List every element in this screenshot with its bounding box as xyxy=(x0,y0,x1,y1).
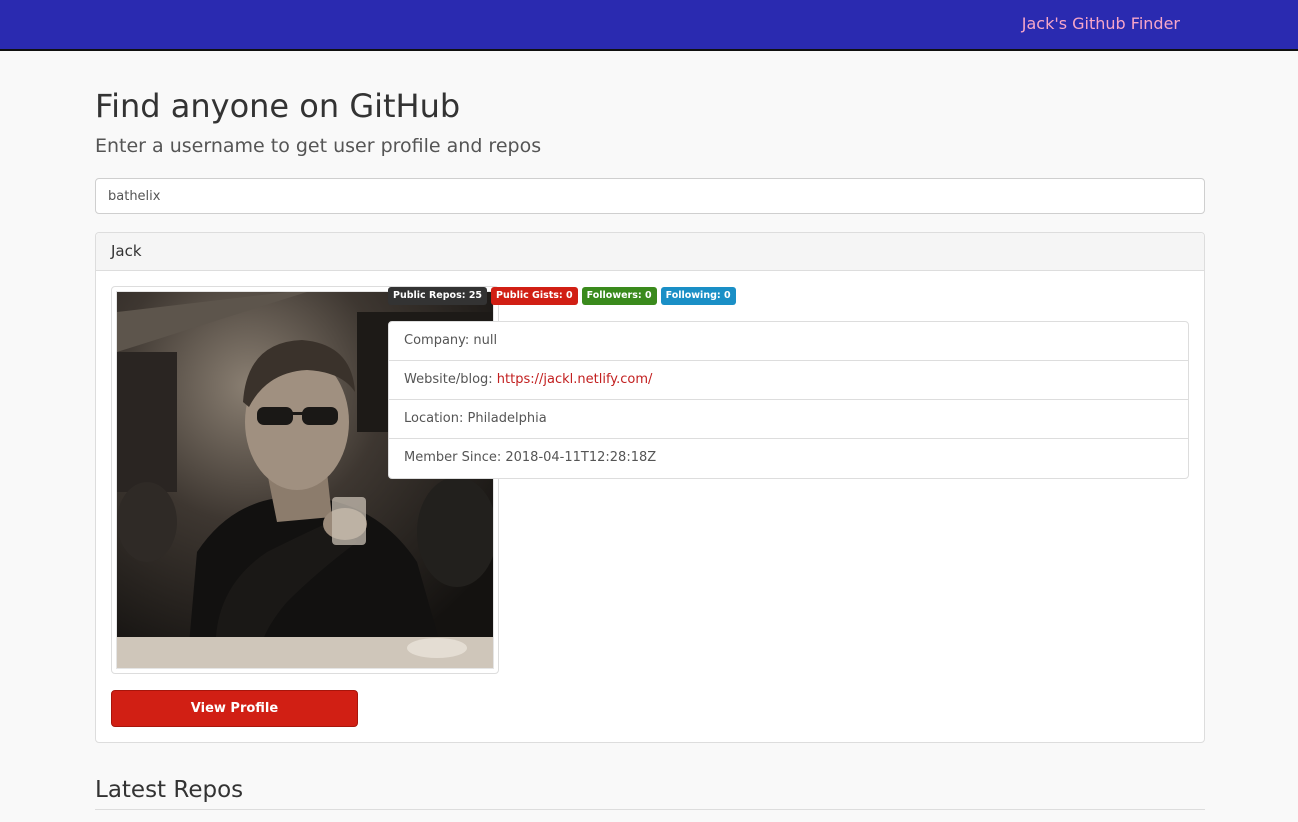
view-profile-button[interactable]: View Profile xyxy=(111,690,358,727)
navbar: Jack's Github Finder xyxy=(0,0,1298,51)
public-repos-badge: Public Repos: 25 xyxy=(388,287,488,305)
following-badge: Following: 0 xyxy=(660,287,736,305)
public-gists-badge: Public Gists: 0 xyxy=(491,287,578,305)
brand-link[interactable]: Jack's Github Finder xyxy=(1022,14,1180,33)
member-since-item: Member Since: 2018-04-11T12:28:18Z xyxy=(404,450,657,465)
profile-name: Jack xyxy=(96,233,1204,271)
profile-panel: Jack View Profile Public Repos: 25 Publi… xyxy=(95,232,1205,743)
profile-info-list: Company: null Website/blog: https://jack… xyxy=(388,321,1189,479)
page-subtitle: Enter a username to get user profile and… xyxy=(95,135,542,157)
followers-badge: Followers: 0 xyxy=(581,287,657,305)
stats-badges: Public Repos: 25 Public Gists: 0 Followe… xyxy=(388,287,736,305)
website-label: Website/blog: xyxy=(404,372,497,387)
company-item: Company: null xyxy=(389,322,1188,361)
search-input[interactable] xyxy=(95,178,1205,214)
website-item: Website/blog: https://jackl.netlify.com/ xyxy=(389,361,1188,400)
page-title: Find anyone on GitHub xyxy=(95,87,461,125)
location-item: Location: Philadelphia xyxy=(389,400,1188,439)
website-link[interactable]: https://jackl.netlify.com/ xyxy=(497,372,653,387)
latest-repos-heading: Latest Repos xyxy=(95,777,1205,810)
